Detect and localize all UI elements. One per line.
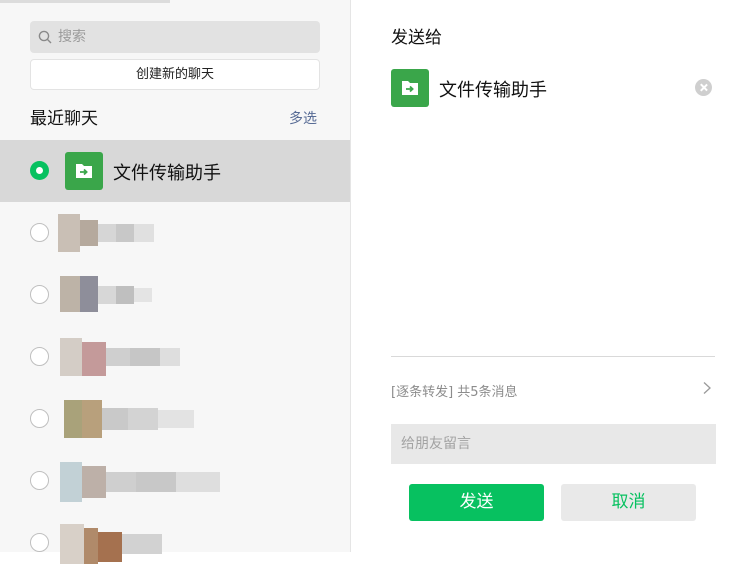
send-to-title: 发送给 bbox=[391, 28, 442, 48]
message-input[interactable] bbox=[391, 424, 716, 464]
file-transfer-icon bbox=[391, 69, 429, 107]
search-icon bbox=[38, 30, 52, 44]
contact-panel: 创建新的聊天 最近聊天 多选 文件传输助手 bbox=[0, 0, 351, 564]
create-chat-button[interactable]: 创建新的聊天 bbox=[30, 59, 320, 90]
remove-recipient-icon[interactable] bbox=[695, 79, 712, 96]
chevron-right-icon[interactable] bbox=[701, 381, 713, 395]
radio-unchecked[interactable] bbox=[30, 471, 49, 490]
chat-row[interactable] bbox=[0, 512, 350, 574]
blurred-contact bbox=[58, 338, 238, 378]
chat-row[interactable] bbox=[0, 450, 350, 512]
cancel-button[interactable]: 取消 bbox=[561, 484, 696, 521]
search-input[interactable] bbox=[58, 21, 313, 53]
radio-unchecked[interactable] bbox=[30, 409, 49, 428]
recipient-name: 文件传输助手 bbox=[439, 80, 547, 101]
forward-info[interactable]: [逐条转发] 共5条消息 bbox=[391, 381, 518, 400]
radio-unchecked[interactable] bbox=[30, 347, 49, 366]
radio-unchecked[interactable] bbox=[30, 285, 49, 304]
blurred-contact bbox=[58, 462, 238, 502]
blurred-contact bbox=[58, 524, 238, 564]
chat-row[interactable] bbox=[0, 202, 350, 264]
send-button[interactable]: 发送 bbox=[409, 484, 544, 521]
blurred-contact bbox=[58, 214, 238, 254]
radio-checked[interactable] bbox=[30, 161, 49, 180]
chat-row[interactable] bbox=[0, 264, 350, 326]
file-transfer-icon bbox=[65, 152, 103, 190]
recent-chats-heading: 最近聊天 bbox=[30, 109, 98, 129]
blurred-contact bbox=[58, 276, 238, 316]
divider bbox=[391, 356, 715, 357]
search-box[interactable] bbox=[30, 21, 320, 53]
chat-row[interactable] bbox=[0, 388, 350, 450]
chat-list: 文件传输助手 bbox=[0, 140, 350, 574]
chat-name: 文件传输助手 bbox=[113, 163, 221, 184]
radio-unchecked[interactable] bbox=[30, 533, 49, 552]
blurred-contact bbox=[58, 400, 238, 440]
title-bar-remnant bbox=[0, 0, 170, 3]
chat-row[interactable]: 文件传输助手 bbox=[0, 140, 350, 202]
chat-row[interactable] bbox=[0, 326, 350, 388]
radio-unchecked[interactable] bbox=[30, 223, 49, 242]
multi-select-link[interactable]: 多选 bbox=[289, 108, 317, 128]
